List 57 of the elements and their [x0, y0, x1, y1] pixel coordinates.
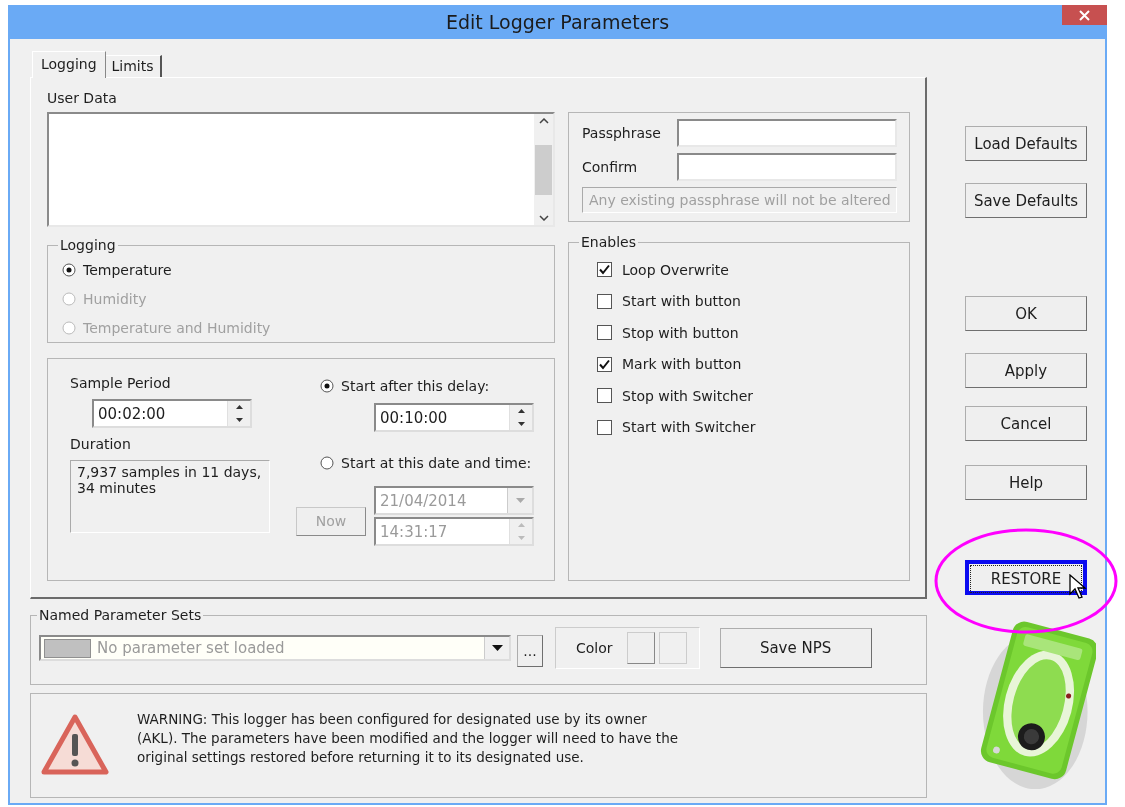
dialog-button[interactable]: RESTORE [965, 560, 1087, 595]
time-spinner[interactable]: 00:02:00 [92, 399, 252, 428]
group-label: Logging [59, 237, 117, 253]
tab[interactable]: Logging [32, 51, 106, 78]
field-label: Duration [70, 436, 131, 452]
dialog-button[interactable]: Cancel [965, 406, 1087, 441]
color-swatch[interactable] [658, 632, 687, 664]
field-label: Sample Period [70, 375, 171, 391]
tab[interactable]: Limits [104, 55, 162, 77]
checkbox-label[interactable]: Stop with Switcher [622, 387, 754, 404]
close-button[interactable] [1062, 5, 1107, 25]
group-label: Named Parameter Sets [38, 607, 203, 623]
save-nps-button[interactable]: Save NPS [719, 628, 872, 668]
scroll-up-icon[interactable] [538, 118, 549, 124]
time-spinner[interactable]: 00:10:00 [374, 403, 534, 432]
dialog-button[interactable]: Apply [965, 353, 1087, 388]
close-icon [1079, 9, 1090, 21]
checkbox-label[interactable]: Start with button [622, 293, 741, 310]
radio-label[interactable]: Temperature [83, 261, 172, 278]
checkbox[interactable] [597, 325, 612, 341]
dialog-button[interactable]: Save Defaults [965, 183, 1087, 218]
radio-button[interactable] [62, 262, 76, 277]
dialog-button[interactable]: Help [965, 465, 1087, 500]
warning-icon [41, 714, 109, 776]
field-label: Passphrase [582, 125, 661, 141]
duration-box: 7,937 samples in 11 days, 34 minutes [70, 460, 270, 533]
radio-label[interactable]: Start after this delay: [341, 378, 490, 394]
checkbox[interactable] [597, 262, 612, 278]
group-label: Enables [580, 234, 637, 250]
dialog-button[interactable]: Load Defaults [965, 126, 1087, 161]
checkbox[interactable] [597, 293, 612, 309]
dropdown-arrow-icon[interactable] [491, 645, 503, 651]
color-swatch[interactable] [626, 632, 655, 664]
field-label: User Data [47, 90, 117, 106]
checkbox-label[interactable]: Start with Switcher [622, 419, 756, 436]
field-label: Confirm [582, 159, 638, 175]
user-data-field[interactable] [47, 112, 555, 227]
browse-button[interactable]: ... [517, 635, 543, 667]
dialog-button[interactable]: OK [965, 296, 1087, 331]
checkbox-label[interactable]: Mark with button [622, 356, 742, 373]
passphrase-note: Any existing passphrase will not be altered [582, 187, 897, 213]
input-field[interactable] [677, 153, 897, 181]
scroll-down-icon[interactable] [538, 215, 549, 221]
radio-button[interactable] [320, 379, 334, 393]
checkbox[interactable] [597, 388, 612, 404]
checkbox[interactable] [597, 356, 612, 372]
color-label: Color [576, 640, 613, 656]
radio-button[interactable] [320, 456, 334, 470]
checkbox-label[interactable]: Loop Overwrite [622, 261, 729, 278]
checkbox[interactable] [597, 419, 612, 435]
warning-text: WARNING: This logger has been configured for designated use by its owner (AKL). The parameters have been modified and the logger will need to have the original settings restored before returning it to its designated use. [137, 710, 679, 767]
radio-label[interactable]: Start at this date and time: [341, 455, 532, 471]
cursor-icon [1069, 574, 1087, 600]
checkbox-label[interactable]: Stop with button [622, 324, 739, 341]
window-title: Edit Logger Parameters [445, 11, 670, 33]
input-field[interactable] [677, 119, 897, 147]
scrollbar[interactable] [534, 114, 553, 225]
